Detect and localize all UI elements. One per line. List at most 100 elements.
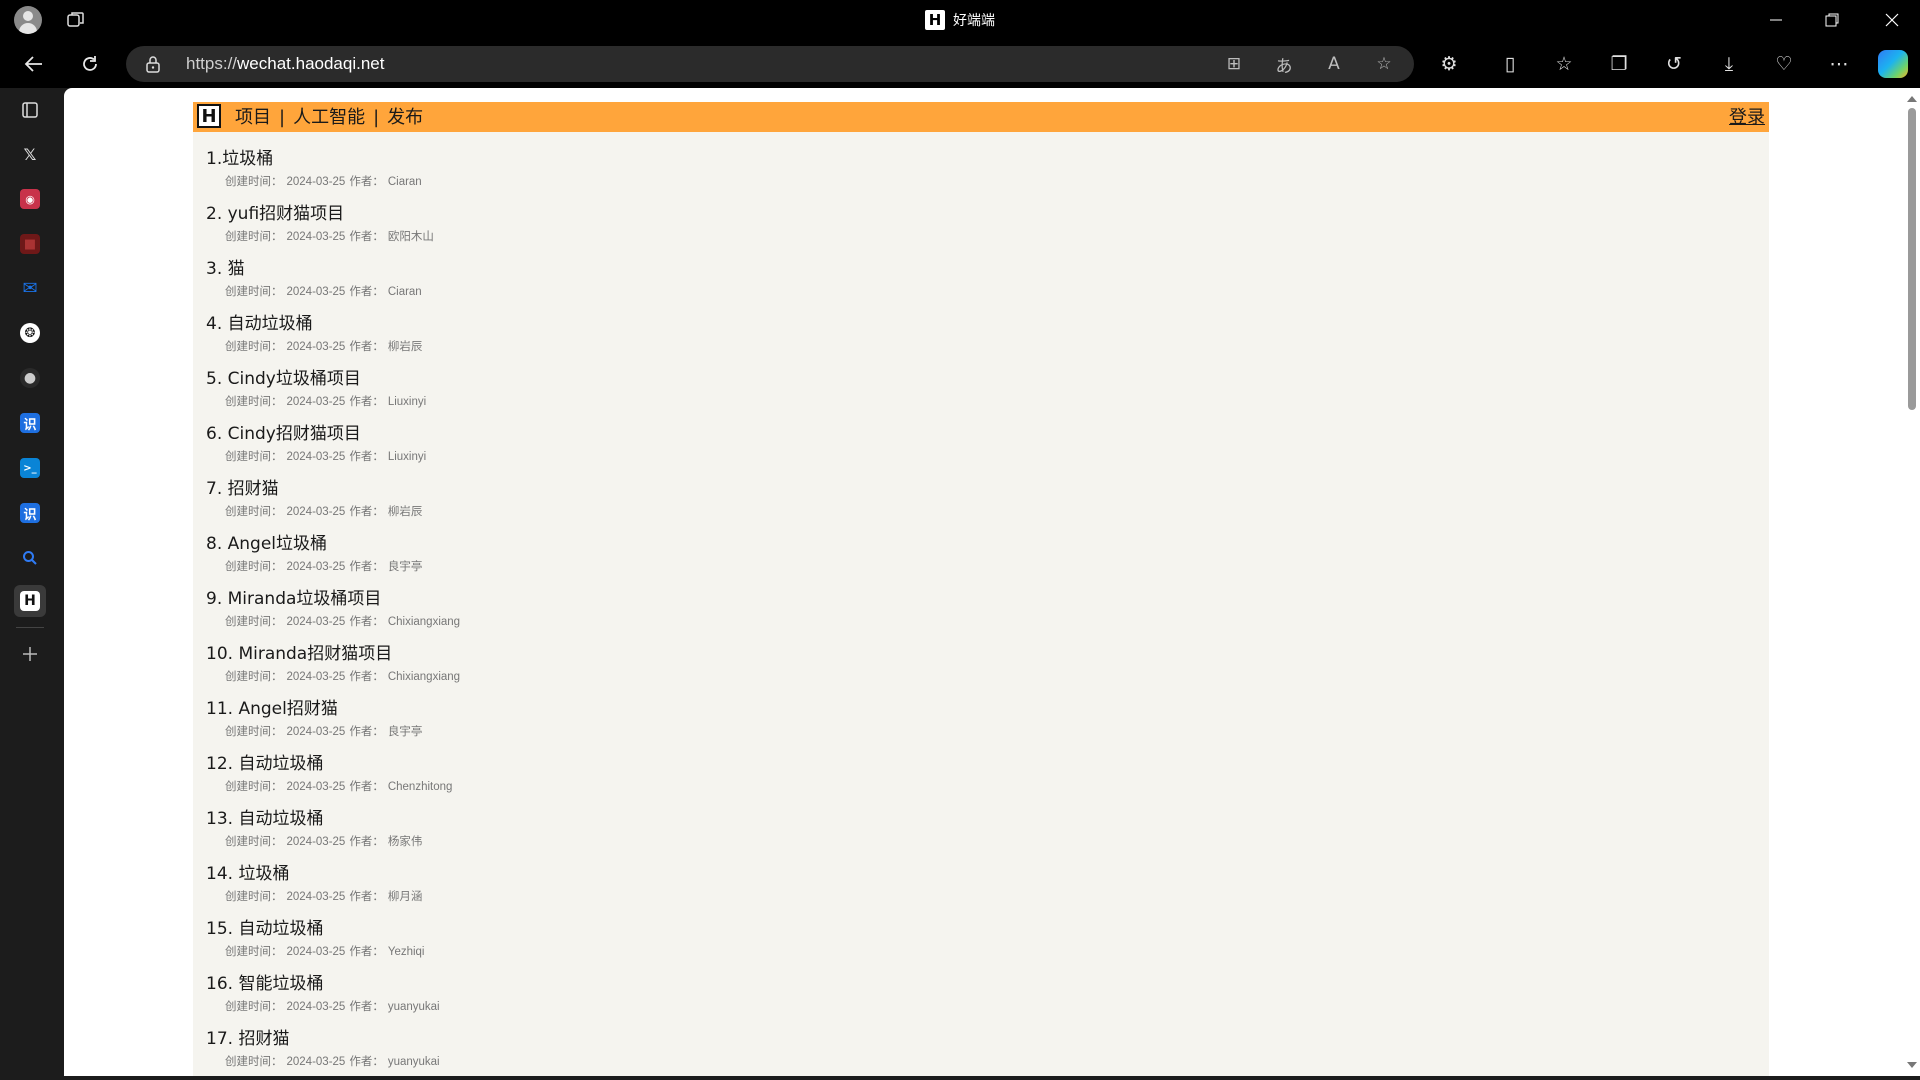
extensions-icon[interactable]: ⚙ — [1431, 48, 1467, 80]
project-title-link[interactable]: 14. 垃圾桶 — [206, 861, 1406, 887]
menu-separator: | — [373, 107, 380, 128]
sidebar-haodaqi[interactable]: H — [14, 585, 46, 617]
restore-button[interactable] — [1804, 0, 1860, 40]
close-icon — [1885, 13, 1899, 27]
collections-icon[interactable]: ❐ — [1601, 48, 1637, 80]
project-title-link[interactable]: 6. Cindy招财猫项目 — [206, 421, 1406, 447]
author-label: 作者： — [349, 176, 384, 188]
refresh-icon — [83, 56, 97, 71]
close-window-button[interactable] — [1864, 0, 1920, 40]
project-title-link[interactable]: 3. 猫 — [206, 256, 1406, 282]
scroll-down-icon[interactable] — [1907, 1062, 1917, 1068]
project-title-link[interactable]: 7. 招财猫 — [206, 476, 1406, 502]
sidebar-app-darkred[interactable]: ■ — [14, 228, 46, 260]
project-meta: 创建时间： 2024-03-25 作者： Ciaran — [206, 282, 1406, 302]
project-title-link[interactable]: 12. 自动垃圾桶 — [206, 751, 1406, 777]
sidebar-app-red[interactable]: ◉ — [14, 183, 46, 215]
main-menu: 项目 | 人工智能 | 发布 — [235, 102, 423, 132]
project-title-link[interactable]: 11. Angel招财猫 — [206, 696, 1406, 722]
translate-icon[interactable]: あ — [1270, 52, 1298, 77]
vertical-scrollbar[interactable] — [1904, 88, 1920, 1076]
split-screen-icon[interactable]: ▯ — [1492, 48, 1528, 80]
created-label: 创建时间： — [225, 726, 283, 738]
back-arrow-icon — [24, 56, 42, 72]
vertical-sidebar: 𝕏 ◉ ■ ✉ ❂ ● 识 >_ 识 H — [0, 88, 64, 1080]
github-icon: ● — [20, 368, 40, 388]
favorite-star-icon[interactable]: ☆ — [1370, 52, 1398, 76]
restore-icon — [1825, 13, 1839, 27]
address-bar[interactable]: https://wechat.haodaqi.net ⊞ あ A ☆ — [126, 46, 1414, 82]
page-viewport: H 项目 | 人工智能 | 发布 登录 1.垃圾桶 创建时间： 2024-03-25… — [64, 88, 1920, 1076]
tab-actions-button[interactable] — [14, 94, 46, 126]
author-label: 作者： — [349, 506, 384, 518]
menu-item-projects[interactable]: 项目 — [235, 102, 271, 132]
list-item: 10. Miranda招财猫项目 创建时间： 2024-03-25 作者： Chixia… — [206, 641, 1406, 696]
sidebar-terminal[interactable]: >_ — [14, 452, 46, 484]
window-title: H 好端端 — [0, 0, 1920, 40]
created-date: 2024-03-25 — [286, 396, 346, 408]
history-icon[interactable]: ↺ — [1656, 48, 1692, 80]
sidebar-github[interactable]: ● — [14, 362, 46, 394]
list-item: 12. 自动垃圾桶 创建时间： 2024-03-25 作者： Chenzhitong — [206, 751, 1406, 806]
favorites-icon[interactable]: ☆ — [1546, 48, 1582, 80]
url-text[interactable]: https://wechat.haodaqi.net — [186, 46, 384, 82]
sidebar-add-button[interactable] — [14, 638, 46, 670]
project-meta: 创建时间： 2024-03-25 作者： yuanyukai — [206, 1052, 1406, 1072]
site-logo[interactable]: H — [197, 104, 221, 128]
created-date: 2024-03-25 — [286, 1001, 346, 1013]
sidebar-x[interactable]: 𝕏 — [14, 138, 46, 170]
list-item: 3. 猫创建时间： 2024-03-25 作者： Ciaran — [206, 256, 1406, 311]
read-aloud-icon[interactable]: A — [1320, 52, 1348, 76]
sidebar-shi-2[interactable]: 识 — [14, 497, 46, 529]
project-title-link[interactable]: 13. 自动垃圾桶 — [206, 806, 1406, 832]
project-title-link[interactable]: 9. Miranda垃圾桶项目 — [206, 586, 1406, 612]
project-title-link[interactable]: 17. 招财猫 — [206, 1026, 1406, 1052]
list-item: 5. Cindy垃圾桶项目 创建时间： 2024-03-25 作者： Liuxinyi — [206, 366, 1406, 421]
created-date: 2024-03-25 — [286, 506, 346, 518]
list-item: 7. 招财猫 创建时间： 2024-03-25 作者： 柳岩辰 — [206, 476, 1406, 531]
sidebar-divider — [16, 627, 44, 628]
project-title-link[interactable]: 2. yufi招财猫项目 — [206, 201, 1406, 227]
login-link[interactable]: 登录 — [1729, 102, 1765, 132]
created-label: 创建时间： — [225, 561, 283, 573]
x-icon: 𝕏 — [23, 144, 37, 164]
project-title-link[interactable]: 10. Miranda招财猫项目 — [206, 641, 1406, 667]
project-title-link[interactable]: 16. 智能垃圾桶 — [206, 971, 1406, 997]
project-meta: 创建时间： 2024-03-25 作者： Chixiangxiang — [206, 612, 1406, 632]
menu-item-ai[interactable]: 人工智能 — [293, 102, 365, 132]
author-label: 作者： — [349, 341, 384, 353]
sidebar-shi-1[interactable]: 识 — [14, 407, 46, 439]
lock-icon[interactable] — [144, 55, 162, 73]
sidebar-openai[interactable]: ❂ — [14, 317, 46, 349]
created-date: 2024-03-25 — [286, 891, 346, 903]
author-name: 柳岩辰 — [387, 341, 423, 353]
project-title-link[interactable]: 4. 自动垃圾桶 — [206, 311, 1406, 337]
author-name: 柳月涵 — [387, 891, 423, 903]
sidebar-mail[interactable]: ✉ — [14, 272, 46, 304]
browser-essentials-icon[interactable]: ♡ — [1766, 48, 1802, 80]
scroll-up-icon[interactable] — [1907, 96, 1917, 102]
browser-toolbar: https://wechat.haodaqi.net ⊞ あ A ☆ ⚙ ▯ ☆… — [0, 40, 1920, 88]
project-title-link[interactable]: 15. 自动垃圾桶 — [206, 916, 1406, 942]
author-name: 良宇亭 — [387, 561, 423, 573]
app-darkred-icon: ■ — [20, 234, 40, 254]
copilot-icon[interactable] — [1878, 50, 1908, 78]
scrollbar-thumb[interactable] — [1908, 108, 1916, 410]
project-title-link[interactable]: 5. Cindy垃圾桶项目 — [206, 366, 1406, 392]
menu-item-publish[interactable]: 发布 — [387, 102, 423, 132]
downloads-icon[interactable]: ⤓ — [1711, 48, 1747, 80]
minimize-button[interactable] — [1748, 0, 1804, 40]
translate-app-icon: 识 — [20, 503, 40, 523]
page-container: H 项目 | 人工智能 | 发布 登录 1.垃圾桶 创建时间： 2024-03-25… — [193, 102, 1769, 1076]
project-title-link[interactable]: 1.垃圾桶 — [206, 146, 1406, 172]
created-date: 2024-03-25 — [286, 946, 346, 958]
sidebar-search[interactable] — [14, 542, 46, 574]
more-menu-icon[interactable]: ⋯ — [1821, 48, 1857, 80]
created-date: 2024-03-25 — [286, 176, 346, 188]
refresh-button[interactable] — [72, 48, 108, 80]
project-title-link[interactable]: 8. Angel垃圾桶 — [206, 531, 1406, 557]
back-button[interactable] — [16, 48, 52, 80]
app-available-icon[interactable]: ⊞ — [1220, 52, 1248, 76]
project-meta: 创建时间： 2024-03-25 作者： Liuxinyi — [206, 392, 1406, 412]
author-label: 作者： — [349, 836, 384, 848]
